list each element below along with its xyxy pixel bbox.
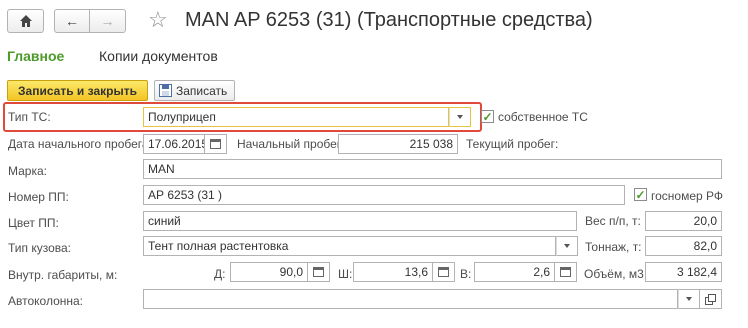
- volume-label: Объём, м3:: [584, 267, 648, 281]
- number-input[interactable]: АР 6253 (31 ): [143, 185, 625, 205]
- start-mileage-value: 215 038: [409, 137, 453, 151]
- h-calc-button[interactable]: [555, 262, 577, 282]
- body-select[interactable]: Тент полная растентовка: [143, 236, 556, 256]
- gov-number-label: госномер РФ: [651, 189, 724, 203]
- body-value: Тент полная растентовка: [148, 239, 289, 253]
- start-mileage-label: Начальный пробег:: [237, 137, 345, 151]
- color-input[interactable]: синий: [143, 211, 577, 231]
- tonnage-label: Тоннаж, т:: [585, 240, 642, 254]
- h-value: 2,6: [533, 265, 550, 279]
- current-mileage-label: Текущий пробег:: [466, 137, 559, 151]
- checkmark-icon: ✓: [482, 109, 493, 124]
- start-date-label: Дата начального пробега:: [8, 137, 152, 151]
- weight-label: Вес п/п, т:: [585, 214, 641, 228]
- home-icon: [19, 15, 32, 27]
- h-input[interactable]: 2,6: [474, 262, 555, 282]
- column-select[interactable]: [143, 289, 678, 309]
- w-input[interactable]: 13,6: [353, 262, 433, 282]
- body-dropdown-button[interactable]: [556, 236, 578, 256]
- d-value: 90,0: [279, 265, 303, 279]
- color-value: синий: [148, 214, 181, 228]
- weight-input[interactable]: 20,0: [645, 211, 722, 231]
- color-label: Цвет ПП:: [8, 216, 59, 230]
- type-dropdown-button[interactable]: [449, 107, 471, 127]
- column-open-button[interactable]: [700, 289, 722, 309]
- tonnage-input[interactable]: 82,0: [645, 236, 722, 256]
- type-value: Полуприцеп: [148, 110, 216, 124]
- arrow-left-icon: ←: [65, 13, 79, 29]
- calculator-icon: [313, 267, 324, 277]
- calendar-icon: [210, 139, 221, 149]
- d-input[interactable]: 90,0: [230, 262, 308, 282]
- open-window-icon: [705, 293, 716, 305]
- d-label: Д:: [214, 267, 226, 281]
- d-calc-button[interactable]: [308, 262, 330, 282]
- chevron-down-icon: [564, 244, 570, 248]
- checkmark-icon: ✓: [635, 187, 646, 202]
- chevron-down-icon: [457, 115, 463, 119]
- calculator-icon: [438, 267, 449, 277]
- start-date-calendar-button[interactable]: [205, 134, 227, 154]
- number-value: АР 6253 (31 ): [148, 188, 223, 202]
- h-label: В:: [460, 267, 472, 281]
- forward-button[interactable]: →: [89, 9, 126, 33]
- star-icon[interactable]: ☆: [148, 8, 168, 32]
- w-value: 13,6: [404, 265, 428, 279]
- start-date-value: 17.06.2015: [148, 137, 205, 151]
- save-button[interactable]: Записать: [154, 80, 235, 101]
- w-calc-button[interactable]: [433, 262, 455, 282]
- floppy-icon: [159, 84, 172, 97]
- back-button[interactable]: ←: [54, 9, 90, 33]
- calculator-icon: [560, 267, 571, 277]
- save-and-close-button[interactable]: Записать и закрыть: [7, 80, 148, 101]
- save-label: Записать: [176, 83, 228, 98]
- save-and-close-label: Записать и закрыть: [18, 83, 137, 98]
- column-label: Автоколонна:: [8, 294, 84, 308]
- chevron-down-icon: [686, 297, 692, 301]
- start-mileage-input[interactable]: 215 038: [338, 134, 458, 154]
- volume-input[interactable]: 3 182,4: [645, 262, 722, 282]
- arrow-right-icon: →: [100, 13, 115, 29]
- type-label: Тип ТС:: [8, 110, 51, 124]
- tab-main[interactable]: Главное: [7, 48, 64, 64]
- body-label: Тип кузова:: [8, 241, 72, 255]
- type-select[interactable]: Полуприцеп: [143, 107, 449, 127]
- tab-copies[interactable]: Копии документов: [99, 48, 218, 64]
- brand-input[interactable]: MAN: [143, 159, 722, 179]
- brand-value: MAN: [148, 162, 175, 176]
- own-checkbox[interactable]: ✓: [481, 110, 494, 123]
- tonnage-value: 82,0: [693, 239, 717, 253]
- own-label: собственное ТС: [498, 110, 588, 124]
- w-label: Ш:: [338, 267, 353, 281]
- weight-value: 20,0: [693, 214, 717, 228]
- start-date-input[interactable]: 17.06.2015: [143, 134, 205, 154]
- dims-label: Внутр. габариты, м:: [8, 268, 118, 282]
- gov-number-checkbox[interactable]: ✓: [634, 188, 647, 201]
- home-button[interactable]: [7, 9, 44, 33]
- column-dropdown-button[interactable]: [678, 289, 700, 309]
- page-title: MAN AP 6253 (31) (Транспортные средства): [185, 9, 593, 31]
- volume-value: 3 182,4: [676, 265, 717, 279]
- number-label: Номер ПП:: [8, 190, 69, 204]
- brand-label: Марка:: [8, 164, 47, 178]
